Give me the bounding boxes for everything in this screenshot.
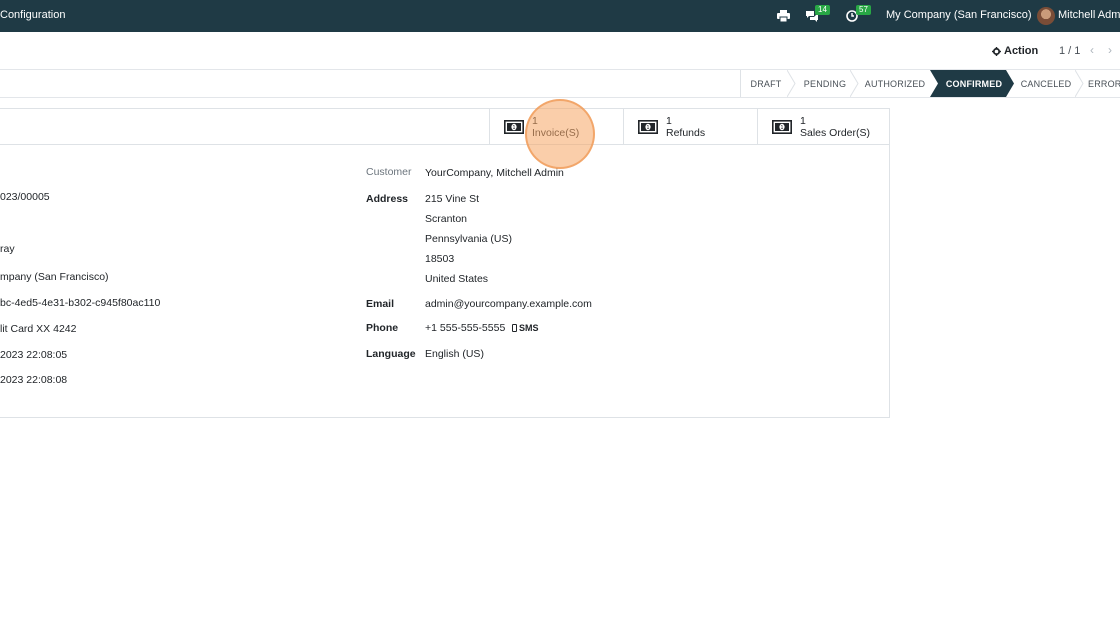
user-menu[interactable]: Mitchell Admi [1058, 9, 1120, 21]
chat-icon[interactable]: 14 [805, 5, 830, 24]
smart-button-box: 1 1 Invoice(S) 1 1 Refunds 1 1 Sales Ord… [0, 109, 889, 145]
action-menu-button[interactable]: Action [992, 45, 1038, 57]
refunds-label: Refunds [666, 127, 706, 139]
status-bar: DRAFT PENDING AUTHORIZED CONFIRMED CANCE… [0, 70, 1120, 98]
language-value: English (US) [425, 348, 484, 360]
address-label: Address [366, 193, 409, 205]
create-date-value: 2023 22:08:05 [0, 349, 68, 361]
address-line: Pennsylvania (US) [425, 233, 512, 245]
payment-method-value: lit Card XX 4242 [0, 323, 77, 335]
pager-next-icon[interactable]: › [1108, 43, 1112, 57]
money-icon: 1 [772, 120, 792, 134]
refunds-count: 1 [666, 115, 672, 127]
activity-clock-icon[interactable]: 57 [846, 5, 871, 24]
svg-text:1: 1 [646, 125, 649, 131]
svg-text:1: 1 [780, 125, 783, 131]
sales-orders-smart-button[interactable]: 1 1 Sales Order(S) [757, 109, 889, 145]
company-switcher[interactable]: My Company (San Francisco) [886, 9, 1032, 21]
invoices-smart-button[interactable]: 1 1 Invoice(S) [489, 109, 623, 145]
pager-value[interactable]: 1 / 1 [1059, 45, 1080, 57]
provider-value: ray [0, 243, 15, 255]
stage-error[interactable]: ERROR [1088, 70, 1120, 97]
stage-draft[interactable]: DRAFT [741, 70, 791, 97]
address-line: 215 Vine St [425, 193, 480, 205]
stage-pending[interactable]: PENDING [797, 70, 853, 97]
provider-reference-value: bc-4ed5-4e31-b302-c945f80ac110 [0, 297, 161, 309]
address-line: United States [425, 273, 489, 285]
chat-badge: 14 [815, 5, 830, 15]
address-line: 18503 [425, 253, 455, 265]
invoices-count: 1 [532, 115, 538, 127]
language-label: Language [366, 348, 416, 360]
address-line: Scranton [425, 213, 468, 225]
action-label: Action [1004, 45, 1039, 57]
customer-label: Customer [366, 166, 412, 178]
money-icon: 1 [638, 120, 658, 134]
sales-orders-count: 1 [800, 115, 806, 127]
svg-text:1: 1 [512, 125, 515, 131]
mobile-phone-icon [512, 324, 517, 332]
customer-value[interactable]: YourCompany, Mitchell Admin [425, 167, 564, 179]
email-label: Email [366, 298, 395, 310]
stage-authorized[interactable]: AUTHORIZED [860, 70, 930, 97]
activity-badge: 57 [856, 5, 871, 15]
invoices-label: Invoice(S) [532, 127, 580, 139]
user-avatar[interactable] [1037, 7, 1055, 25]
sms-button[interactable]: SMS [512, 323, 539, 333]
pager-previous-icon[interactable]: ‹ [1090, 43, 1094, 57]
phone-value[interactable]: +1 555-555-5555 [425, 322, 505, 334]
company-value: mpany (San Francisco) [0, 271, 109, 283]
money-icon: 1 [504, 120, 524, 134]
stage-confirmed[interactable]: CONFIRMED [938, 70, 1010, 97]
last-status-change-value: 2023 22:08:08 [0, 374, 68, 386]
stage-canceled[interactable]: CANCELED [1018, 70, 1074, 97]
sales-orders-label: Sales Order(S) [800, 127, 871, 139]
reference-value: 023/00005 [0, 191, 50, 203]
gear-icon [992, 46, 1001, 56]
email-value[interactable]: admin@yourcompany.example.com [425, 298, 592, 310]
print-icon[interactable] [777, 8, 790, 24]
phone-label: Phone [366, 322, 399, 334]
sms-label: SMS [519, 323, 539, 333]
refunds-smart-button[interactable]: 1 1 Refunds [623, 109, 757, 145]
menu-configuration[interactable]: Configuration [0, 9, 65, 21]
control-panel: Action 1 / 1 ‹ › [0, 32, 1120, 70]
top-navbar: Configuration 14 57 My Company (San Fran… [0, 0, 1120, 32]
